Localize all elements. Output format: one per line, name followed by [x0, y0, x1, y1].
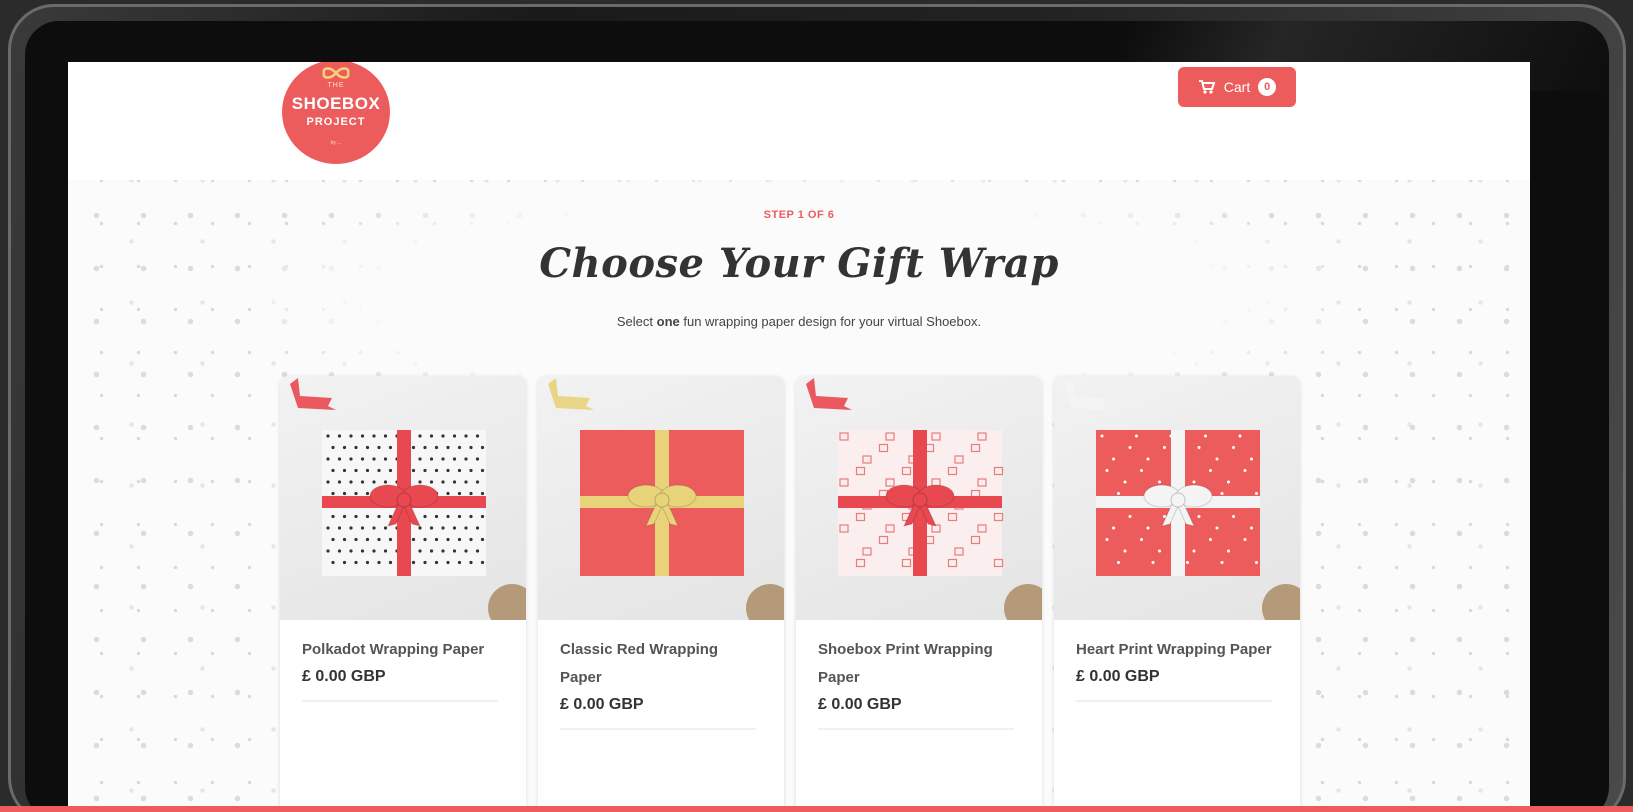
- product-image: [796, 376, 1042, 620]
- card-divider: [560, 728, 756, 730]
- product-price: £ 0.00 GBP: [1076, 668, 1160, 685]
- bow-icon: [322, 67, 350, 79]
- subtitle-before: Select: [616, 314, 657, 329]
- twine-ball: [1262, 584, 1300, 620]
- ribbon-tag-icon: [1064, 378, 1110, 410]
- product-grid: Polkadot Wrapping Paper £ 0.00 GBP Class…: [280, 376, 1300, 812]
- product-card-heart-print[interactable]: Heart Print Wrapping Paper £ 0.00 GBP: [1054, 376, 1300, 812]
- gift-box-image: [548, 378, 784, 620]
- browser-viewport: THE SHOEBOX PROJECT by ... Cart 0 STEP 1…: [68, 62, 1530, 812]
- product-image: [538, 376, 784, 620]
- product-image: [280, 376, 526, 620]
- card-divider: [818, 728, 1014, 730]
- gift-box-image: [806, 378, 1042, 620]
- page-title: Choose Your Gift Wrap: [539, 240, 1059, 287]
- logo-small-top: THE: [327, 82, 345, 89]
- twine-ball: [488, 584, 526, 620]
- card-divider: [1076, 700, 1272, 702]
- product-name: Heart Print Wrapping Paper: [1076, 641, 1272, 658]
- product-name: Classic Red Wrapping Paper: [560, 641, 719, 686]
- shoebox-project-logo[interactable]: THE SHOEBOX PROJECT by ...: [282, 62, 390, 164]
- twine-ball: [1004, 584, 1042, 620]
- subtitle-after: fun wrapping paper design for your virtu…: [679, 314, 982, 329]
- logo-small-bottom: by ...: [330, 140, 342, 146]
- product-card-shoebox-print[interactable]: Shoebox Print Wrapping Paper £ 0.00 GBP: [796, 376, 1042, 812]
- product-name: Shoebox Print Wrapping Paper: [818, 641, 993, 686]
- bottom-accent-bar: [0, 806, 1633, 812]
- cart-button[interactable]: Cart 0: [1178, 67, 1296, 107]
- product-price: £ 0.00 GBP: [818, 696, 902, 713]
- card-divider: [302, 700, 498, 702]
- ribbon-tag-icon: [290, 378, 336, 410]
- product-card-polkadot[interactable]: Polkadot Wrapping Paper £ 0.00 GBP: [280, 376, 526, 812]
- product-card-classic-red[interactable]: Classic Red Wrapping Paper £ 0.00 GBP: [538, 376, 784, 812]
- subtitle-bold: one: [656, 314, 680, 329]
- site-header: THE SHOEBOX PROJECT by ... Cart 0: [68, 62, 1530, 180]
- logo-name: SHOEBOX: [291, 94, 381, 113]
- logo-project: PROJECT: [306, 116, 366, 128]
- cart-label: Cart: [1223, 79, 1251, 95]
- ribbon-tag-icon: [548, 378, 594, 410]
- gift-box-image: [1064, 378, 1300, 620]
- twine-ball: [746, 584, 784, 620]
- cart-count-badge: 0: [1258, 78, 1277, 96]
- product-image: [1054, 376, 1300, 620]
- product-price: £ 0.00 GBP: [302, 668, 386, 685]
- gift-box-image: [290, 378, 526, 620]
- cart-icon: [1198, 80, 1216, 94]
- ribbon-tag-icon: [806, 378, 852, 410]
- page-subtitle: Select one fun wrapping paper design for…: [68, 314, 1530, 329]
- product-name: Polkadot Wrapping Paper: [302, 641, 485, 658]
- step-indicator: STEP 1 OF 6: [763, 209, 835, 221]
- product-price: £ 0.00 GBP: [560, 696, 644, 713]
